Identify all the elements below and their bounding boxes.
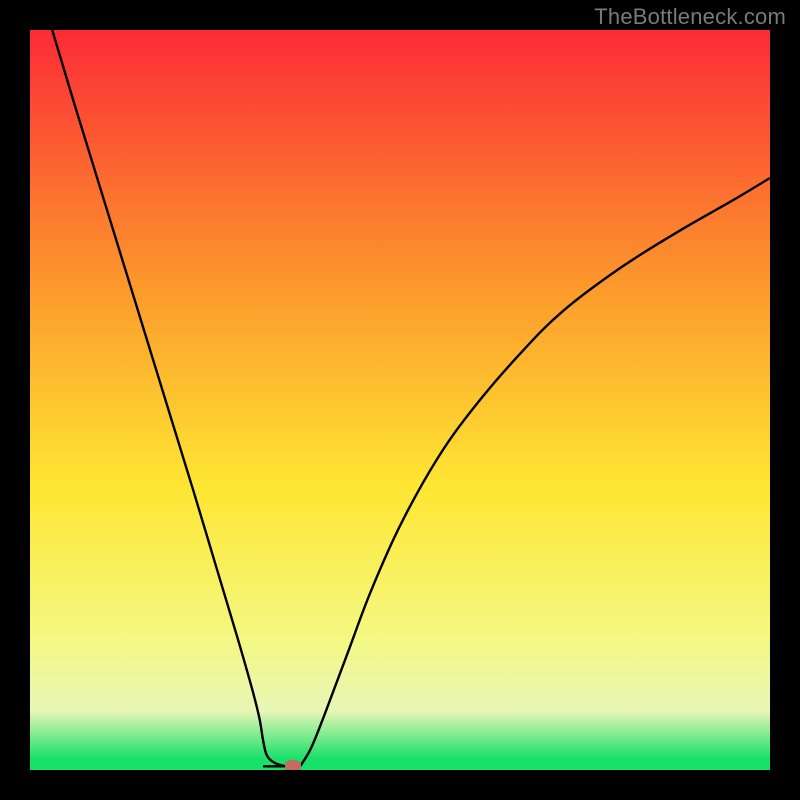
bottleneck-curve-layer: [30, 30, 770, 770]
plot-area: [30, 30, 770, 770]
chart-frame: TheBottleneck.com: [0, 0, 800, 800]
optimal-point-marker: [285, 760, 301, 770]
bottleneck-curve: [52, 30, 770, 768]
attribution-text: TheBottleneck.com: [594, 4, 786, 30]
